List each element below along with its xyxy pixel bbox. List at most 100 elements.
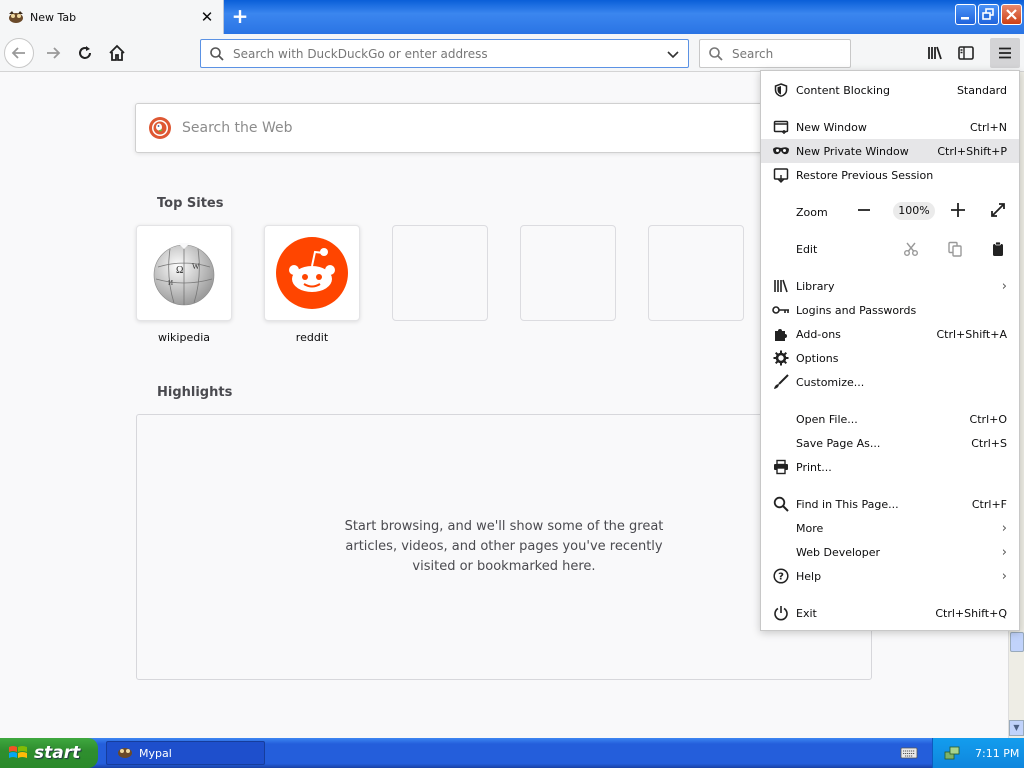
menu-item-print[interactable]: Print... <box>761 455 1019 479</box>
menu-item-label: Logins and Passwords <box>796 303 917 317</box>
top-site-wikipedia[interactable]: Ω W И <box>136 225 232 321</box>
menu-item-customize[interactable]: Customize... <box>761 370 1019 394</box>
windows-logo-icon <box>9 746 27 758</box>
chevron-down-icon[interactable] <box>666 47 680 61</box>
clipboard-icon <box>993 241 1003 256</box>
menu-item-label: New Window <box>796 120 867 134</box>
fullscreen-button[interactable] <box>990 202 1006 222</box>
chevron-right-icon: › <box>1001 568 1007 584</box>
library-icon <box>772 277 790 295</box>
search-bar[interactable]: Search <box>699 39 851 68</box>
highlights-title: Highlights <box>157 385 233 400</box>
menu-item-addons[interactable]: Add-ons Ctrl+Shift+A <box>761 322 1019 346</box>
menu-item-library[interactable]: Library › <box>761 274 1019 298</box>
power-icon <box>772 604 790 622</box>
zoom-out-button[interactable] <box>857 202 871 222</box>
keyboard-icon[interactable] <box>900 745 918 761</box>
clock[interactable]: 7:11 PM <box>975 747 1019 760</box>
menu-item-options[interactable]: Options <box>761 346 1019 370</box>
reddit-logo-icon <box>276 237 348 309</box>
tab-new-tab[interactable]: New Tab ✕ <box>0 0 224 34</box>
arrow-right-icon <box>47 47 61 59</box>
scroll-down-arrow-icon[interactable]: ▼ <box>1009 720 1024 736</box>
web-search-box[interactable]: Search the Web <box>135 103 775 153</box>
taskbar-item-mypal[interactable]: Mypal <box>106 741 265 765</box>
menu-item-help[interactable]: ? Help › <box>761 564 1019 588</box>
minimize-button[interactable] <box>955 4 976 25</box>
private-mask-icon <box>772 142 790 160</box>
restore-icon <box>982 8 994 20</box>
top-site-empty-slot <box>392 225 488 321</box>
menu-item-shortcut: Ctrl+S <box>971 436 1007 450</box>
tab-close-icon[interactable]: ✕ <box>199 8 215 26</box>
menu-item-new-private-window[interactable]: New Private Window Ctrl+Shift+P <box>761 139 1019 163</box>
menu-item-shortcut: Ctrl+Shift+A <box>936 327 1007 341</box>
taskbar-item-label: Mypal <box>139 746 172 760</box>
menu-item-more[interactable]: More › <box>761 516 1019 540</box>
top-site-empty-slot <box>648 225 744 321</box>
zoom-reset-button[interactable]: 100% <box>893 202 935 220</box>
menu-item-logins[interactable]: Logins and Passwords <box>761 298 1019 322</box>
copy-button[interactable] <box>947 241 963 261</box>
gear-icon <box>772 349 790 367</box>
url-input[interactable]: Search with DuckDuckGo or enter address <box>233 47 666 61</box>
menu-item-content-blocking[interactable]: Content Blocking Standard <box>761 78 1019 102</box>
home-button[interactable] <box>102 38 132 68</box>
minimize-icon <box>961 17 969 20</box>
reload-icon <box>79 46 91 59</box>
paste-button[interactable] <box>990 241 1006 261</box>
menu-item-shortcut: Ctrl+Shift+P <box>937 144 1007 158</box>
new-tab-button[interactable]: + <box>229 5 251 27</box>
library-icon <box>928 46 942 60</box>
tab-title: New Tab <box>30 10 77 24</box>
search-icon <box>772 495 790 513</box>
back-button[interactable] <box>4 38 34 68</box>
minus-icon <box>858 209 870 211</box>
menu-item-label: Save Page As... <box>796 436 881 450</box>
system-tray: 7:11 PM <box>932 738 1024 768</box>
wikipedia-logo-icon: Ω W И <box>153 243 215 306</box>
menu-item-label: Content Blocking <box>796 83 891 97</box>
menu-item-find[interactable]: Find in This Page... Ctrl+F <box>761 492 1019 516</box>
help-icon: ? <box>772 567 790 585</box>
sidebar-button[interactable] <box>951 38 981 68</box>
menu-item-save-page[interactable]: Save Page As... Ctrl+S <box>761 431 1019 455</box>
cut-button[interactable] <box>903 241 919 261</box>
close-icon <box>1006 9 1017 20</box>
scrollbar-thumb[interactable] <box>1010 632 1024 652</box>
puzzle-icon <box>772 325 790 343</box>
plus-icon <box>951 203 965 217</box>
search-icon <box>709 46 723 61</box>
menu-item-exit[interactable]: Exit Ctrl+Shift+Q <box>761 601 1019 625</box>
menu-item-label: Customize... <box>796 375 865 389</box>
menu-item-restore-session[interactable]: Restore Previous Session <box>761 163 1019 187</box>
home-icon <box>109 44 125 61</box>
menu-item-edit: Edit <box>761 237 1019 261</box>
start-label: start <box>34 743 81 763</box>
menu-item-shortcut: Ctrl+F <box>971 497 1007 511</box>
restore-button[interactable] <box>978 4 999 25</box>
forward-button[interactable] <box>38 38 68 68</box>
menu-item-label: Web Developer <box>796 545 881 559</box>
menu-item-shortcut: Ctrl+N <box>969 120 1007 134</box>
svg-text:Ω: Ω <box>176 265 183 276</box>
start-button[interactable]: start <box>0 738 98 768</box>
app-menu-button[interactable] <box>990 38 1020 68</box>
network-icon[interactable] <box>943 744 961 762</box>
search-input[interactable]: Search <box>732 47 773 61</box>
web-search-input[interactable]: Search the Web <box>182 120 293 136</box>
url-bar[interactable]: Search with DuckDuckGo or enter address <box>200 39 689 68</box>
library-button[interactable] <box>920 38 950 68</box>
menu-item-label: Library <box>796 279 835 293</box>
scissors-icon <box>904 242 918 256</box>
mypal-favicon-icon <box>8 9 24 25</box>
zoom-in-button[interactable] <box>950 202 966 222</box>
menu-item-web-developer[interactable]: Web Developer › <box>761 540 1019 564</box>
nav-bar: Search with DuckDuckGo or enter address … <box>0 34 1024 72</box>
top-site-reddit[interactable] <box>264 225 360 321</box>
close-window-button[interactable] <box>1001 4 1022 25</box>
menu-item-open-file[interactable]: Open File... Ctrl+O <box>761 407 1019 431</box>
menu-item-new-window[interactable]: New Window Ctrl+N <box>761 115 1019 139</box>
menu-item-label: Edit <box>796 242 818 256</box>
reload-button[interactable] <box>70 38 100 68</box>
